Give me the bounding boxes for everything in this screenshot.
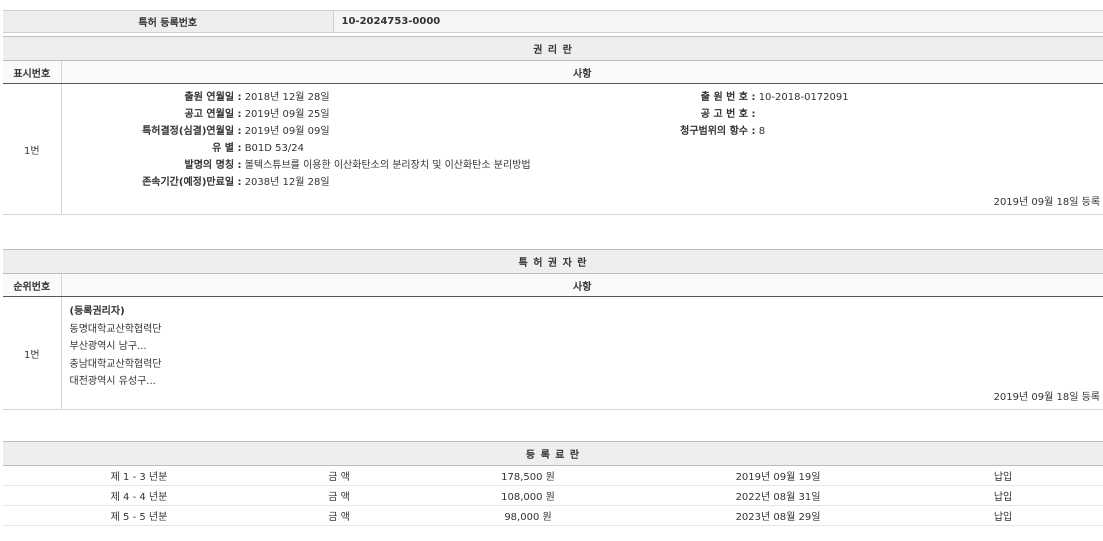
fee-row: 제 5 - 5 년분 금 액 98,000 원 2023년 08월 29일 납입 [3,506,1103,526]
owner-registration-stamp: 2019년 09월 18일 등록 [994,388,1100,403]
owner-col-number: 순위번호 [3,274,61,297]
fee-section-title: 등 록 료 란 [3,442,1103,466]
owner-section-title: 특 허 권 자 란 [3,250,1103,274]
fee-period: 제 5 - 5 년분 [3,506,275,526]
fee-section: 등 록 료 란 제 1 - 3 년분 금 액 178,500 원 2019년 0… [3,441,1103,526]
fee-period: 제 4 - 4 년분 [3,486,275,506]
field-invention-title: 발명의 명칭 : 볼텍스튜브를 이용한 이산화탄소의 분리장치 및 이산화탄소 … [62,157,531,174]
fee-row: 제 1 - 3 년분 금 액 178,500 원 2019년 09월 19일 납… [3,466,1103,486]
owner-line-address: 대전광역시 유성구... [70,373,162,391]
owner-row-number: 1번 [3,297,61,410]
fee-amount-label: 금 액 [275,466,403,486]
field-publication-date: 공고 연월일 : 2019년 09월 25일 [62,106,330,123]
owner-row-content: (등록권리자) 동명대학교산학협력단 부산광역시 남구... 충남대학교산학협력… [61,297,1103,410]
patent-register-page: 특허 등록번호 10-2024753-0000 권 리 란 표시번호 사항 1번… [0,0,1103,541]
owner-line-address: 부산광역시 남구... [70,338,162,356]
owner-line-role: (등록권리자) [70,303,162,321]
rights-row-content: 출원 연월일 : 2018년 12월 28일 공고 연월일 : 2019년 09… [61,84,1103,215]
rights-col-number: 표시번호 [3,61,61,84]
owner-line-name: 충남대학교산학협력단 [70,356,162,374]
fee-date: 2019년 09월 19일 [653,466,903,486]
field-decision-date: 특허결정(심결)연월일 : 2019년 09월 09일 [62,123,330,140]
field-application-date: 출원 연월일 : 2018년 12월 28일 [62,89,330,106]
rights-section-title: 권 리 란 [3,37,1103,61]
fee-status: 납입 [903,506,1103,526]
registration-number-value: 10-2024753-0000 [333,11,1103,33]
fee-status: 납입 [903,466,1103,486]
fee-amount-label: 금 액 [275,486,403,506]
fee-period: 제 1 - 3 년분 [3,466,275,486]
rights-row-number: 1번 [3,84,61,215]
fee-row: 제 4 - 4 년분 금 액 108,000 원 2022년 08월 31일 납… [3,486,1103,506]
field-claims-count: 청구범위의 항수 : 8 [602,123,766,140]
owner-section: 특 허 권 자 란 순위번호 사항 1번 (등록권리자) 동명대학교산학협력단 … [3,249,1103,410]
fee-date: 2023년 08월 29일 [653,506,903,526]
fee-amount: 98,000 원 [403,506,653,526]
fee-status: 납입 [903,486,1103,506]
rights-section: 권 리 란 표시번호 사항 1번 출원 연월일 : 2018년 12월 28일 … [3,36,1103,215]
fee-date: 2022년 08월 31일 [653,486,903,506]
field-expiry-date: 존속기간(예정)만료일 : 2038년 12월 28일 [62,174,330,191]
fee-amount: 108,000 원 [403,486,653,506]
fee-amount: 178,500 원 [403,466,653,486]
field-classification: 유 별 : B01D 53/24 [62,140,304,157]
owner-line-name: 동명대학교산학협력단 [70,321,162,339]
rights-registration-stamp: 2019년 09월 18일 등록 [994,193,1100,208]
field-application-number: 출 원 번 호 : 10-2018-0172091 [602,89,849,106]
fee-amount-label: 금 액 [275,506,403,526]
registration-number-label: 특허 등록번호 [3,11,333,33]
owner-col-content: 사항 [61,274,1103,297]
registration-number-table: 특허 등록번호 10-2024753-0000 [3,10,1103,33]
field-publication-number: 공 고 번 호 : [602,106,756,123]
rights-col-content: 사항 [61,61,1103,84]
